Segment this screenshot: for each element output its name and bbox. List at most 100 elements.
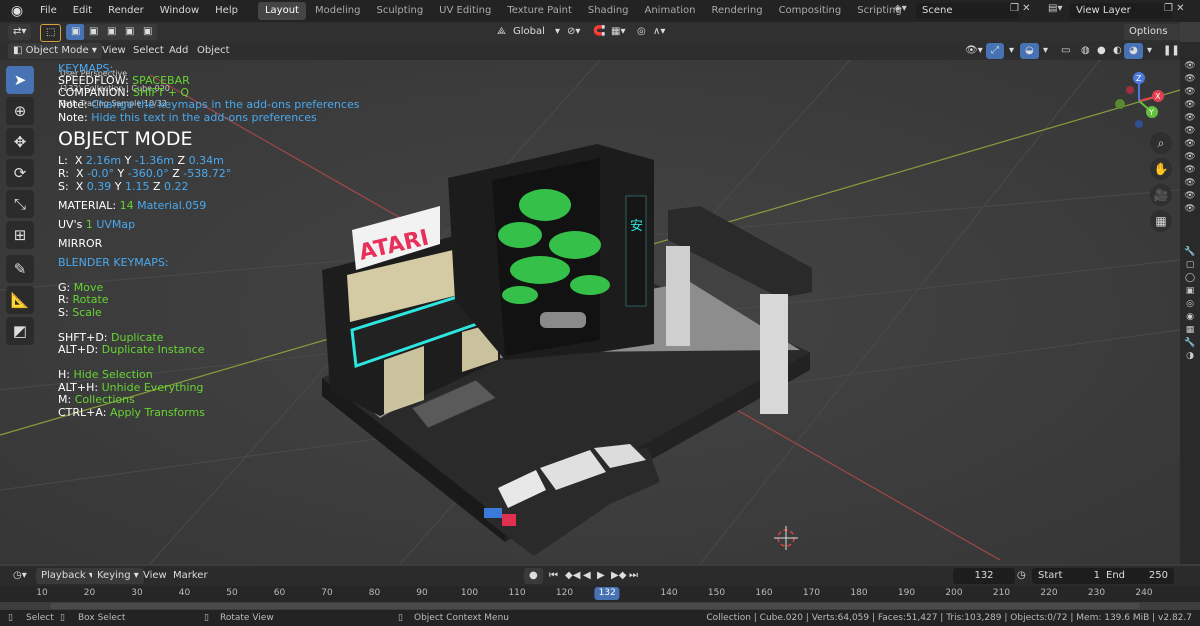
zoom-icon[interactable]: ⌕ — [1150, 132, 1172, 154]
snap-target-icon[interactable]: ▦▾ — [606, 24, 630, 40]
jump-end-icon[interactable]: ⏭ — [624, 568, 643, 584]
tab-shading[interactable]: Shading — [581, 2, 636, 20]
menu-edit[interactable]: Edit — [65, 0, 100, 22]
timeline-scrollbar[interactable] — [50, 603, 1140, 609]
select-mode-intersect-icon[interactable]: ▣ — [138, 24, 158, 40]
overlay-toggle-icon[interactable]: ◒ — [1020, 43, 1039, 59]
tab-layout[interactable]: Layout — [257, 2, 306, 20]
properties-view-layer-icon[interactable]: ▣ — [1180, 285, 1200, 298]
visibility-eye-icon[interactable]: 👁 — [1180, 177, 1200, 190]
clock-icon[interactable]: ◷ — [1012, 568, 1031, 584]
end-frame-field[interactable]: End 250 — [1100, 568, 1174, 584]
menu-add[interactable]: Add — [164, 43, 193, 59]
navigation-gizmo[interactable]: Z X Y — [1108, 70, 1170, 132]
scene-icon[interactable]: ◈▾ — [894, 3, 907, 14]
view-layer-icon[interactable]: ▤▾ — [1048, 3, 1062, 14]
visibility-eye-icon[interactable]: 👁 — [1180, 112, 1200, 125]
properties-object-icon[interactable]: ▦ — [1180, 324, 1200, 337]
timeline-editor-icon[interactable]: ◷▾ — [8, 568, 32, 584]
tab-uv-editing[interactable]: UV Editing — [432, 2, 498, 20]
visibility-eye-icon[interactable]: 👁 — [1180, 190, 1200, 203]
shading-chevron-icon[interactable]: ▾ — [1142, 43, 1157, 59]
select-mode-new-icon[interactable]: ▣ — [66, 24, 86, 40]
menu-object[interactable]: Object — [192, 43, 235, 59]
timeline-view-menu[interactable]: View — [138, 568, 172, 584]
menu-help[interactable]: Help — [207, 0, 246, 22]
tab-animation[interactable]: Animation — [638, 2, 703, 20]
keying-menu[interactable]: Keying ▾ — [92, 568, 144, 584]
new-scene-icon[interactable]: ❐ ✕ — [1010, 3, 1031, 14]
frame-tick-label: 210 — [992, 588, 1011, 598]
camera-view-icon[interactable]: 🎥 — [1150, 184, 1172, 206]
visibility-eye-icon[interactable]: 👁 — [1180, 73, 1200, 86]
gizmo-toggle-icon[interactable]: ⤢ — [986, 43, 1004, 59]
record-icon[interactable]: ● — [524, 568, 543, 584]
mode-dropdown[interactable]: ◧ Object Mode ▾ — [8, 43, 102, 59]
visibility-eye-icon[interactable]: 👁 — [1180, 125, 1200, 138]
properties-world-icon[interactable]: ◉ — [1180, 311, 1200, 324]
new-view-layer-icon[interactable]: ❐ ✕ — [1164, 3, 1185, 14]
select-box-icon[interactable]: ➤ — [6, 66, 34, 94]
frame-ruler[interactable]: 10 20 30 40 50 60 70 80 90 100 110 120 132 140 150 160 1… — [0, 586, 1200, 602]
tab-sculpting[interactable]: Sculpting — [369, 2, 430, 20]
move-icon[interactable]: ✥ — [6, 128, 34, 156]
orientation-dropdown[interactable]: Global — [508, 24, 550, 40]
properties-modifier-icon[interactable]: 🔧 — [1180, 337, 1200, 350]
menu-file[interactable]: File — [32, 0, 65, 22]
measure-icon[interactable]: 📐 — [6, 286, 34, 314]
cursor-icon[interactable]: ⊕ — [6, 97, 34, 125]
menu-view[interactable]: View — [97, 43, 131, 59]
gizmo-neg-x-axis[interactable] — [1126, 86, 1134, 94]
select-mode-extend-icon[interactable]: ▣ — [84, 24, 104, 40]
tab-modeling[interactable]: Modeling — [308, 2, 368, 20]
tab-texture-paint[interactable]: Texture Paint — [500, 2, 579, 20]
properties-tool-icon[interactable]: 🔧 — [1180, 246, 1200, 259]
gizmo-chevron-icon[interactable]: ▾ — [1004, 43, 1019, 59]
scale-icon[interactable]: ⤡ — [6, 190, 34, 218]
visibility-eye-icon[interactable]: 👁 — [1180, 86, 1200, 99]
transform-icon[interactable]: ⊞ — [6, 221, 34, 249]
scene-field[interactable]: Scene — [916, 3, 1018, 19]
visibility-eye-icon[interactable]: 👁 — [1180, 203, 1200, 216]
tab-compositing[interactable]: Compositing — [772, 2, 849, 20]
visibility-eye-icon[interactable]: 👁 — [1180, 60, 1200, 73]
view-layer-field[interactable]: View Layer — [1070, 3, 1172, 19]
properties-scene-icon[interactable]: ◎ — [1180, 298, 1200, 311]
select-mode-invert-icon[interactable]: ▣ — [120, 24, 140, 40]
add-cube-icon[interactable]: ◩ — [6, 317, 34, 345]
xray-icon[interactable]: ▭ — [1056, 43, 1075, 59]
annotate-icon[interactable]: ✎ — [6, 255, 34, 283]
current-frame-marker[interactable]: 132 — [594, 587, 620, 600]
options-dropdown[interactable]: Options ▾ — [1124, 24, 1180, 53]
menu-render[interactable]: Render — [100, 0, 152, 22]
menu-window[interactable]: Window — [152, 0, 207, 22]
menu-select[interactable]: Select — [128, 43, 169, 59]
properties-output-icon[interactable]: ◯ — [1180, 272, 1200, 285]
overlay-chevron-icon[interactable]: ▾ — [1038, 43, 1053, 59]
perspective-toggle-icon[interactable]: ▦ — [1150, 210, 1172, 232]
tab-rendering[interactable]: Rendering — [704, 2, 769, 20]
properties-render-icon[interactable]: ▢ — [1180, 259, 1200, 272]
current-frame-field[interactable]: 132 — [953, 568, 1015, 584]
select-tool-icon[interactable]: ⬚ — [40, 24, 62, 42]
visibility-icon[interactable]: 👁▾ — [960, 43, 988, 59]
visibility-eye-icon[interactable]: 👁 — [1180, 99, 1200, 112]
pan-hand-icon[interactable]: ✋ — [1150, 158, 1172, 180]
select-mode-subtract-icon[interactable]: ▣ — [102, 24, 122, 40]
keymap-apply-transforms: CTRL+A: Apply Transforms — [58, 406, 205, 419]
marker-menu[interactable]: Marker — [168, 568, 213, 584]
properties-material-icon[interactable]: ◑ — [1180, 350, 1200, 363]
editor-type-icon[interactable]: ⇄▾ — [8, 24, 32, 40]
falloff-icon[interactable]: ∧▾ — [648, 24, 670, 40]
pivot-icon[interactable]: ⊘▾ — [562, 24, 585, 40]
gizmo-neg-y-axis[interactable] — [1115, 99, 1125, 109]
visibility-eye-icon[interactable]: 👁 — [1180, 138, 1200, 151]
playback-menu[interactable]: Playback ▾ — [36, 568, 99, 584]
visibility-eye-icon[interactable]: 👁 — [1180, 164, 1200, 177]
blender-logo-icon[interactable]: ◉ — [8, 2, 26, 20]
start-frame-field[interactable]: Start 1 — [1032, 568, 1106, 584]
rendered-shading-icon[interactable]: ◕ — [1124, 43, 1143, 59]
rotate-icon[interactable]: ⟳ — [6, 159, 34, 187]
visibility-eye-icon[interactable]: 👁 — [1180, 151, 1200, 164]
gizmo-neg-z-axis[interactable] — [1135, 120, 1143, 128]
